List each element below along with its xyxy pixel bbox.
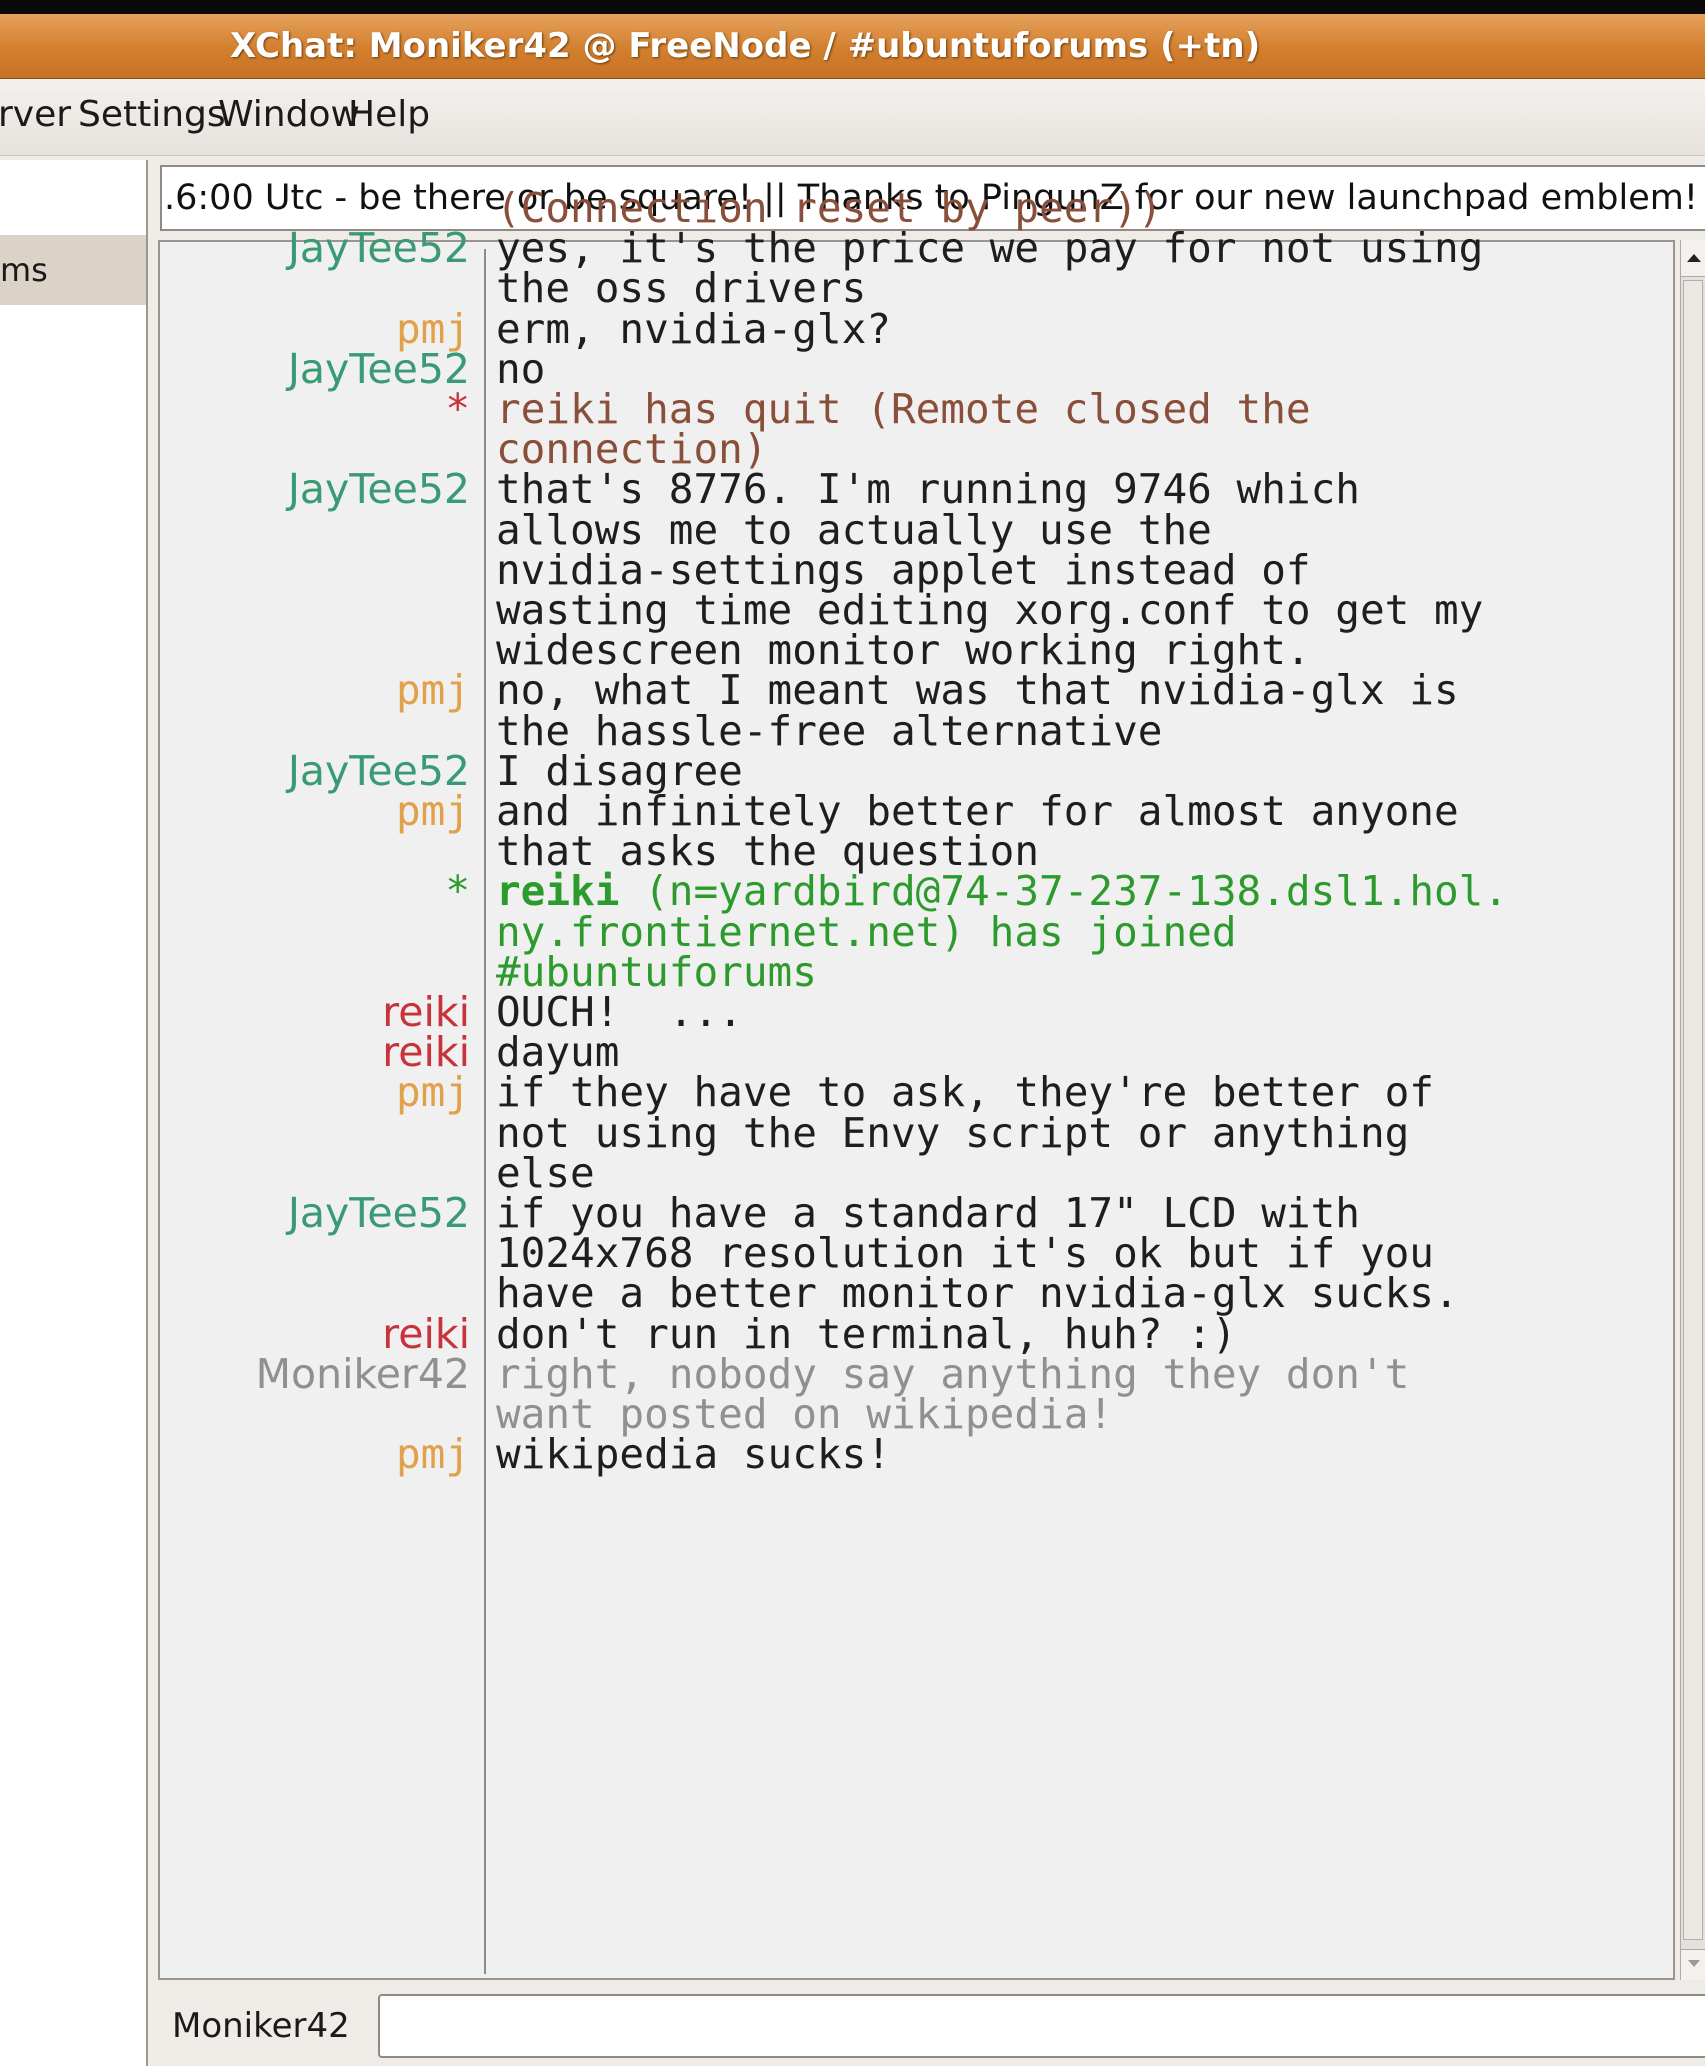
event-marker: *	[445, 867, 470, 915]
message-input[interactable]	[378, 1994, 1705, 2058]
nick-label[interactable]: JayTee52	[288, 1187, 470, 1240]
message-text: erm, nvidia-glx?	[496, 305, 891, 353]
nick-label[interactable]: JayTee52	[288, 222, 470, 275]
channel-tree-selected-item[interactable]: ms	[0, 235, 146, 305]
nick-label[interactable]: JayTee52	[288, 343, 470, 396]
window-title: XChat: Moniker42 @ FreeNode / #ubuntufor…	[230, 26, 1261, 66]
title-bar[interactable]: XChat: Moniker42 @ FreeNode / #ubuntufor…	[0, 14, 1705, 79]
input-bar: Moniker42	[148, 1988, 1705, 2066]
menu-bar: rver Settings Window Help	[0, 79, 1705, 156]
nick-label[interactable]: pmj	[396, 1066, 470, 1119]
nick-label[interactable]: JayTee52	[288, 463, 470, 516]
message-text: wikipedia sucks!	[496, 1430, 891, 1478]
scroll-down-arrow-icon[interactable]	[1681, 1949, 1705, 1980]
nick-separator[interactable]	[484, 249, 486, 1974]
channel-tree: ms	[0, 160, 148, 2066]
scroll-thumb[interactable]	[1683, 280, 1703, 1940]
nick-label[interactable]: Moniker42	[256, 1348, 470, 1401]
nick-label[interactable]: pmj	[396, 1428, 470, 1481]
screen-top-edge	[0, 0, 1705, 14]
xchat-window: XChat: Moniker42 @ FreeNode / #ubuntufor…	[0, 0, 1705, 2066]
nick-button[interactable]: Moniker42	[172, 2002, 350, 2050]
menu-settings[interactable]: Settings	[78, 93, 226, 137]
nick-label[interactable]: pmj	[396, 664, 470, 717]
message-text: not using the Envy script or anything	[496, 1109, 1410, 1157]
menu-help[interactable]: Help	[348, 93, 430, 137]
chat-scrollbar[interactable]	[1680, 240, 1705, 1980]
menu-server[interactable]: rver	[0, 93, 71, 137]
scroll-up-arrow-icon[interactable]	[1681, 240, 1705, 277]
event-marker: *	[445, 385, 470, 433]
menu-window[interactable]: Window	[218, 93, 360, 137]
nick-label[interactable]: pmj	[396, 785, 470, 838]
